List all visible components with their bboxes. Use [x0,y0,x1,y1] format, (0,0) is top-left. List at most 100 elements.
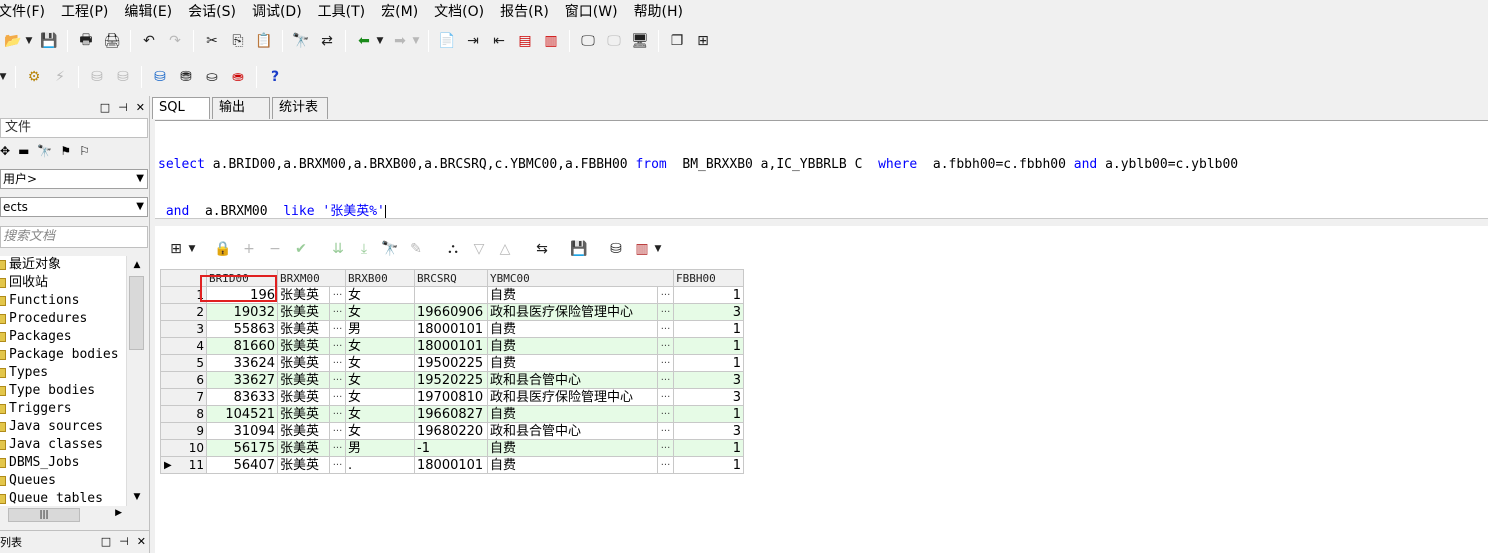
cell-ybmc00[interactable]: 自费 [487,337,658,355]
execute-icon[interactable]: ⚙ [23,66,45,88]
cell-brid00[interactable]: 83633 [206,388,278,406]
cell-ellipsis-button[interactable]: ··· [657,388,674,406]
cell-brcsrq[interactable]: 19660827 [414,405,488,423]
export-icon[interactable]: ⛁ [605,238,627,260]
cut-icon[interactable]: ✂ [201,30,223,52]
windows-icon[interactable]: ❐ [666,30,688,52]
save-icon[interactable]: 💾 [568,238,590,260]
cell-ellipsis-button[interactable]: ··· [657,320,674,338]
table-row[interactable]: 7 83633 张美英 ··· 女 19700810 政和县医疗保险管理中心 ··· 3 [160,388,744,406]
cell-fbbh00[interactable]: 1 [673,354,744,372]
table-row[interactable]: 9 31094 张美英 ··· 女 19680220 政和县合管中心 ··· 3 [160,422,744,440]
cell-brcsrq[interactable]: 19520225 [414,371,488,389]
cell-brxm00[interactable]: 张美英 [277,439,330,457]
cell-ybmc00[interactable]: 自费 [487,439,658,457]
cell-fbbh00[interactable]: 1 [673,337,744,355]
restore-icon[interactable]: □ [101,535,111,548]
document-icon[interactable]: 📄 [436,30,458,52]
cell-brid00[interactable]: 196 [206,286,278,304]
cell-brxb00[interactable]: 女 [345,337,415,355]
table-row[interactable]: 5 33624 张美英 ··· 女 19500225 自费 ··· 1 [160,354,744,372]
db-logon-icon[interactable]: ⛀ [201,66,223,88]
next-page-icon[interactable]: ▽ [468,238,490,260]
grid-select-dropdown-icon[interactable]: ▼ [187,238,197,260]
cell-ellipsis-button[interactable]: ··· [329,337,346,355]
cell-brid00[interactable]: 104521 [206,405,278,423]
cell-ybmc00[interactable]: 自费 [487,456,658,474]
menu-item[interactable]: 工程(P) [61,1,114,21]
cell-ellipsis-button[interactable]: ··· [329,422,346,440]
cell-brxm00[interactable]: 张美英 [277,388,330,406]
objects-combo[interactable]: ects ▼ [0,197,148,217]
cell-brxm00[interactable]: 张美英 [277,422,330,440]
sql-editor[interactable]: select a.BRID00,a.BRXM00,a.BRXB00,a.BRCS… [155,120,1488,219]
fetch-next-icon[interactable]: ⇊ [327,238,349,260]
cell-brxm00[interactable]: 张美英 [277,286,330,304]
cell-brcsrq[interactable]: 19700810 [414,388,488,406]
cell-ellipsis-button[interactable]: ··· [657,354,674,372]
table-row[interactable]: 4 81660 张美英 ··· 女 18000101 自费 ··· 1 [160,337,744,355]
cell-ellipsis-button[interactable]: ··· [329,388,346,406]
menu-item[interactable]: 宏(M) [381,1,424,21]
cell-fbbh00[interactable]: 1 [673,320,744,338]
uncomment-icon[interactable]: ▥ [540,30,562,52]
menu-item[interactable]: 调试(D) [252,1,308,21]
column-header-ybmc00[interactable]: YBMC00 [487,269,674,287]
cell-brid00[interactable]: 55863 [206,320,278,338]
cell-brid00[interactable]: 56407 [206,456,278,474]
cell-ybmc00[interactable]: 政和县合管中心 [487,371,658,389]
find-icon[interactable]: 🔭 [37,144,52,158]
cell-brxm00[interactable]: 张美英 [277,456,330,474]
tree-item[interactable]: 回收站 [0,274,126,292]
link-icon[interactable]: ⇆ [531,238,553,260]
scroll-right-icon[interactable]: ▶ [115,508,122,518]
tree-item[interactable]: Types [0,364,126,382]
replace-icon[interactable]: ⇄ [316,30,338,52]
menu-item[interactable]: 工具(T) [318,1,371,21]
cell-ybmc00[interactable]: 自费 [487,405,658,423]
cell-brcsrq[interactable] [414,286,488,304]
commit-icon[interactable]: ⛁ [86,66,108,88]
cell-brxm00[interactable]: 张美英 [277,320,330,338]
filter-edit-icon[interactable]: ⚐ [79,144,90,158]
cell-brcsrq[interactable]: -1 [414,439,488,457]
cell-ellipsis-button[interactable]: ··· [657,439,674,457]
table-row[interactable]: 6 33627 张美英 ··· 女 19520225 政和县合管中心 ··· 3 [160,371,744,389]
cell-brid00[interactable]: 19032 [206,303,278,321]
minus-icon[interactable]: ▬ [18,144,29,158]
forward-icon[interactable]: ➡ [389,30,411,52]
cell-fbbh00[interactable]: 1 [673,456,744,474]
cell-ellipsis-button[interactable]: ··· [657,303,674,321]
tree-item[interactable]: 最近对象 [0,256,126,274]
monitor-disabled-icon[interactable]: 🖵 [603,30,625,52]
close-icon[interactable]: ✕ [137,535,146,548]
cell-brxb00[interactable]: . [345,456,415,474]
cell-ellipsis-button[interactable]: ··· [329,320,346,338]
cell-ybmc00[interactable]: 政和县医疗保险管理中心 [487,303,658,321]
grid-select-icon[interactable]: ⊞ [165,238,187,260]
redo-icon[interactable]: ↷ [164,30,186,52]
cell-brcsrq[interactable]: 18000101 [414,320,488,338]
post-record-icon[interactable]: ✔ [290,238,312,260]
cell-fbbh00[interactable]: 1 [673,286,744,304]
rollback-icon[interactable]: ⛁ [112,66,134,88]
cell-brxm00[interactable]: 张美英 [277,354,330,372]
close-icon[interactable]: ✕ [136,101,145,114]
copy-icon[interactable]: ⎘ [227,30,249,52]
cell-brcsrq[interactable]: 19680220 [414,422,488,440]
cell-ellipsis-button[interactable]: ··· [329,286,346,304]
lock-icon[interactable]: 🔒 [212,238,234,260]
restore-icon[interactable]: □ [100,101,110,114]
tree-horizontal-scrollbar[interactable]: ||| ▶ [0,506,126,524]
cell-ybmc00[interactable]: 政和县合管中心 [487,422,658,440]
filter-icon[interactable]: ⚑ [60,144,71,158]
cell-ellipsis-button[interactable]: ··· [329,303,346,321]
chart-icon[interactable]: ▥ [631,238,653,260]
clear-icon[interactable]: ✎ [405,238,427,260]
cell-ellipsis-button[interactable]: ··· [657,337,674,355]
tree-item[interactable]: Type bodies [0,382,126,400]
column-header-brid00[interactable]: BRID00 [206,269,278,287]
table-row[interactable]: 2 19032 张美英 ··· 女 19660906 政和县医疗保险管理中心 ··· 3 [160,303,744,321]
tree-item[interactable]: Java classes [0,436,126,454]
add-icon[interactable]: ✥ [0,144,10,158]
